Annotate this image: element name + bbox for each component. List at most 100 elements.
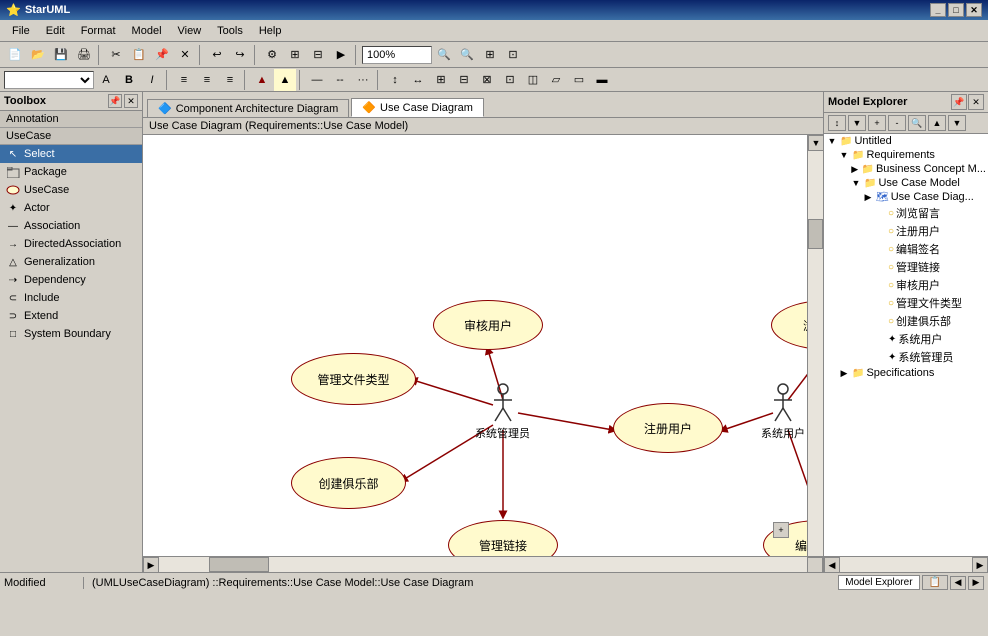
tb-extra1[interactable]: ⚙ bbox=[261, 44, 283, 66]
arrange-btn4[interactable]: ⊟ bbox=[453, 69, 475, 91]
tb-extra4[interactable]: ▶ bbox=[330, 44, 352, 66]
tree-expand-browse[interactable] bbox=[874, 207, 886, 219]
tree-expand-filetype[interactable] bbox=[874, 297, 886, 309]
vertical-scrollbar[interactable]: ▲ ▼ bbox=[807, 135, 823, 556]
tree-expand-ucm[interactable]: ▼ bbox=[850, 177, 862, 189]
print-button[interactable]: 🖨 bbox=[73, 44, 95, 66]
vscroll-track[interactable] bbox=[808, 135, 823, 556]
arrange-btn3[interactable]: ⊞ bbox=[430, 69, 452, 91]
hscroll-thumb[interactable] bbox=[209, 557, 269, 572]
tree-item-link[interactable]: ○ 管理链接 bbox=[824, 258, 988, 276]
tree-item-filetype[interactable]: ○ 管理文件类型 bbox=[824, 294, 988, 312]
arrange-btn7[interactable]: ◫ bbox=[522, 69, 544, 91]
save-button[interactable]: 💾 bbox=[50, 44, 72, 66]
toolbox-item-dependency[interactable]: ⇢ Dependency bbox=[0, 271, 142, 289]
arrange-btn2[interactable]: ↔ bbox=[407, 69, 429, 91]
toolbox-item-include[interactable]: ⊂ Include bbox=[0, 289, 142, 307]
toolbox-item-association[interactable]: — Association bbox=[0, 217, 142, 235]
toolbox-item-extend[interactable]: ⊃ Extend bbox=[0, 307, 142, 325]
toolbox-close-button[interactable]: ✕ bbox=[124, 94, 138, 108]
tree-item-spec[interactable]: ▶ 📁 Specifications bbox=[824, 366, 988, 380]
hscroll-right-button[interactable]: ▶ bbox=[143, 557, 159, 573]
tree-expand-req[interactable]: ▼ bbox=[838, 149, 850, 161]
toolbox-item-select[interactable]: ↖ Select bbox=[0, 145, 142, 163]
font-button[interactable]: A bbox=[95, 69, 117, 91]
toolbox-item-actor[interactable]: ✦ Actor bbox=[0, 199, 142, 217]
line-style2[interactable]: -- bbox=[329, 69, 351, 91]
me-sort-button[interactable]: ↕ bbox=[828, 115, 846, 131]
me-tab-button[interactable]: Model Explorer bbox=[838, 575, 919, 590]
zoom-actual-button[interactable]: ⊡ bbox=[502, 44, 524, 66]
tree-item-sysuser[interactable]: ✦ 系统用户 bbox=[824, 330, 988, 348]
delete-button[interactable]: ✕ bbox=[174, 44, 196, 66]
actor-sysadmin[interactable]: 系统管理员 bbox=[475, 383, 530, 441]
status-arrow-right[interactable]: ▶ bbox=[968, 576, 984, 590]
tree-item-audit[interactable]: ○ 审核用户 bbox=[824, 276, 988, 294]
align-left[interactable]: ≡ bbox=[173, 69, 195, 91]
tb-extra3[interactable]: ⊟ bbox=[307, 44, 329, 66]
me-close-button[interactable]: ✕ bbox=[968, 94, 984, 110]
tree-item-requirements[interactable]: ▼ 📁 Requirements bbox=[824, 148, 988, 162]
me-filter-button[interactable]: ▼ bbox=[848, 115, 866, 131]
usecase-register[interactable]: 注册用户 bbox=[613, 403, 723, 453]
tree-expand-sign[interactable] bbox=[874, 243, 886, 255]
tree-expand-bc[interactable]: ▶ bbox=[850, 163, 859, 175]
usecase-filetype[interactable]: 管理文件类型 bbox=[291, 353, 416, 405]
status-arrow-left[interactable]: ◀ bbox=[950, 576, 966, 590]
tree-item-ucm[interactable]: ▼ 📁 Use Case Model bbox=[824, 176, 988, 190]
toolbox-item-package[interactable]: Package bbox=[0, 163, 142, 181]
italic-button[interactable]: I bbox=[141, 69, 163, 91]
style-select[interactable] bbox=[4, 71, 94, 89]
usecase-audit[interactable]: 审核用户 bbox=[433, 300, 543, 350]
fill-button[interactable]: ▲ bbox=[274, 69, 296, 91]
menu-model[interactable]: Model bbox=[124, 23, 170, 39]
redo-button[interactable]: ↪ bbox=[229, 44, 251, 66]
vscroll-down-button[interactable]: ▼ bbox=[808, 135, 823, 151]
me-pin-button[interactable]: 📌 bbox=[951, 94, 967, 110]
toolbox-item-directed-association[interactable]: → DirectedAssociation bbox=[0, 235, 142, 253]
tb-extra2[interactable]: ⊞ bbox=[284, 44, 306, 66]
me-search-button[interactable]: 🔍 bbox=[908, 115, 926, 131]
toolbox-section-usecase[interactable]: UseCase bbox=[0, 128, 142, 145]
actor-sysuser[interactable]: 系统用户 bbox=[761, 383, 805, 441]
diagram-canvas[interactable]: 审核用户 管理文件类型 创建俱乐部 管理链接 注册用户 bbox=[143, 135, 807, 556]
arrange-btn6[interactable]: ⊡ bbox=[499, 69, 521, 91]
open-button[interactable]: 📂 bbox=[27, 44, 49, 66]
arrange-btn5[interactable]: ⊠ bbox=[476, 69, 498, 91]
toolbox-pin-button[interactable]: 📌 bbox=[108, 94, 122, 108]
arrange-btn9[interactable]: ▭ bbox=[568, 69, 590, 91]
arrange-btn8[interactable]: ▱ bbox=[545, 69, 567, 91]
tree-expand-root[interactable]: ▼ bbox=[826, 135, 838, 147]
me-nav-up-button[interactable]: ▲ bbox=[928, 115, 946, 131]
menu-view[interactable]: View bbox=[170, 23, 210, 39]
copy-button[interactable]: 📋 bbox=[128, 44, 150, 66]
toolbox-item-system-boundary[interactable]: □ System Boundary bbox=[0, 325, 142, 343]
maximize-button[interactable]: □ bbox=[948, 3, 964, 17]
me-nav-down-button[interactable]: ▼ bbox=[948, 115, 966, 131]
tree-expand-register[interactable] bbox=[874, 225, 886, 237]
toolbox-section-annotation[interactable]: Annotation bbox=[0, 111, 142, 128]
zoom-in-button[interactable]: 🔍 bbox=[433, 44, 455, 66]
cut-button[interactable]: ✂ bbox=[105, 44, 127, 66]
usecase-club[interactable]: 创建俱乐部 bbox=[291, 457, 406, 509]
align-right[interactable]: ≡ bbox=[219, 69, 241, 91]
zoom-out-button[interactable]: 🔍 bbox=[456, 44, 478, 66]
toolbox-item-usecase[interactable]: UseCase bbox=[0, 181, 142, 199]
me-expand-button[interactable]: + bbox=[868, 115, 886, 131]
usecase-browse[interactable]: 浏览留言 bbox=[771, 300, 807, 350]
me-collapse-button[interactable]: - bbox=[888, 115, 906, 131]
tree-item-browse[interactable]: ○ 浏览留言 bbox=[824, 204, 988, 222]
me-extra-tab-button[interactable]: 📋 bbox=[922, 575, 948, 590]
tree-expand-sysuser[interactable] bbox=[874, 333, 886, 345]
arrange-btn1[interactable]: ↕ bbox=[384, 69, 406, 91]
me-hscroll-left[interactable]: ◀ bbox=[824, 557, 840, 573]
tree-item-sign[interactable]: ○ 编辑签名 bbox=[824, 240, 988, 258]
menu-format[interactable]: Format bbox=[73, 23, 124, 39]
menu-file[interactable]: File bbox=[4, 23, 38, 39]
undo-button[interactable]: ↩ bbox=[206, 44, 228, 66]
tree-item-sysadmin[interactable]: ✦ 系统管理员 bbox=[824, 348, 988, 366]
usecase-link[interactable]: 管理链接 bbox=[448, 520, 558, 556]
arrange-btn10[interactable]: ▬ bbox=[591, 69, 613, 91]
tab-use-case[interactable]: 🔶 Use Case Diagram bbox=[351, 98, 484, 117]
new-button[interactable]: 📄 bbox=[4, 44, 26, 66]
